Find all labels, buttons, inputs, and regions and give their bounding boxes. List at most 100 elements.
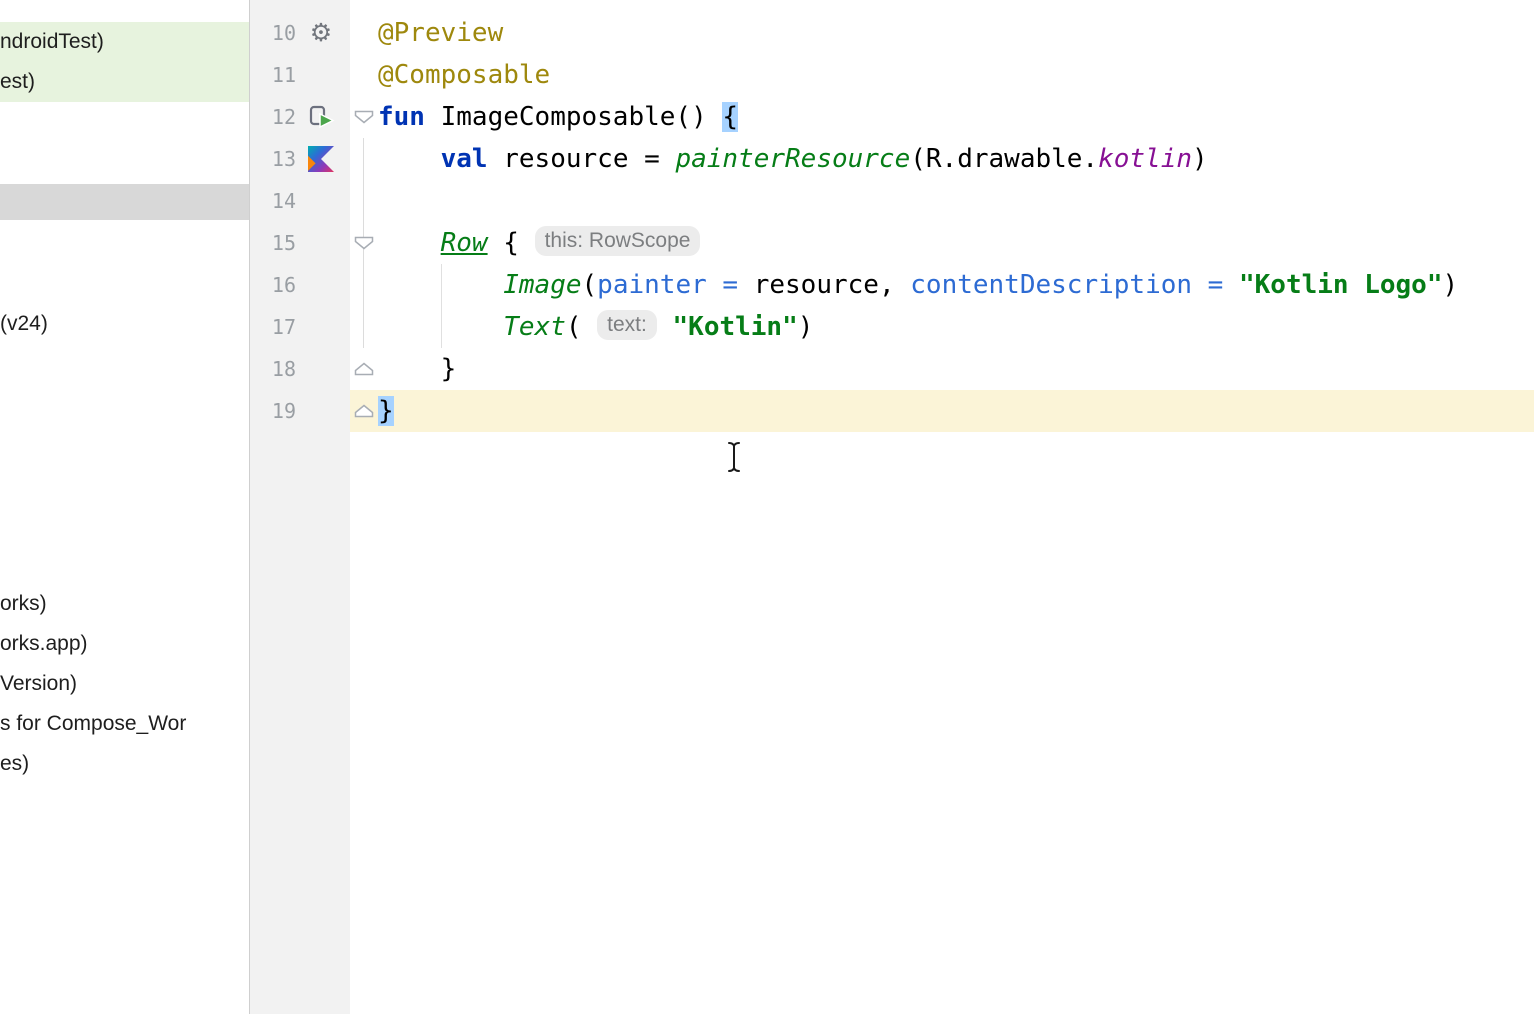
code-token (378, 270, 503, 300)
code-token: Row (441, 228, 488, 258)
project-tree-item-label: ndroidTest) (0, 30, 104, 54)
fold-gutter-cell (350, 180, 378, 222)
gutter-row: 14 (250, 180, 350, 222)
code-line-text: Row { this: RowScope (378, 222, 700, 264)
code-token: resource = (503, 144, 675, 174)
line-number: 19 (250, 399, 296, 423)
code-line-text: @Preview (378, 12, 503, 54)
code-editor[interactable]: @Preview@Composablefun ImageComposable()… (350, 0, 1534, 1014)
gutter-row: 12 (250, 96, 350, 138)
code-line-text: } (378, 390, 394, 432)
project-tree-item[interactable]: (v24) (0, 304, 249, 344)
project-tree-item[interactable]: s for Compose_Wor (0, 704, 249, 744)
code-token: ( (566, 312, 597, 342)
project-tree-item-label: s for Compose_Wor (0, 712, 186, 736)
code-line[interactable]: Row { this: RowScope (350, 222, 1534, 264)
code-token: kotlin (1098, 144, 1192, 174)
code-line-text: Text( text: "Kotlin") (378, 306, 813, 348)
code-token: val (441, 144, 504, 174)
project-tree-item-label: orks.app) (0, 632, 88, 656)
code-token: ImageComposable() (441, 102, 723, 132)
fold-down-marker-icon[interactable] (350, 96, 378, 138)
fold-down-marker-icon[interactable] (350, 222, 378, 264)
gutter-row: 10⚙ (250, 12, 350, 54)
project-tree-item-label: orks) (0, 592, 47, 616)
line-number: 12 (250, 105, 296, 129)
code-token: fun (378, 102, 441, 132)
code-token: ( (582, 270, 598, 300)
gutter-row: 13 (250, 138, 350, 180)
code-token: resource, (754, 270, 911, 300)
project-tree-item-label: Version) (0, 672, 77, 696)
code-line-text: Image(painter = resource, contentDescrip… (378, 264, 1458, 306)
line-number: 14 (250, 189, 296, 213)
code-token (378, 228, 441, 258)
gutter-row: 17 (250, 306, 350, 348)
code-line[interactable]: Image(painter = resource, contentDescrip… (350, 264, 1534, 306)
code-token: } (378, 396, 394, 426)
code-line-current[interactable]: } (350, 390, 1534, 432)
code-token: { (488, 228, 535, 258)
project-tree-item[interactable]: orks.app) (0, 624, 249, 664)
fold-gutter-cell (350, 306, 378, 348)
line-number: 17 (250, 315, 296, 339)
project-tree-item[interactable]: es) (0, 744, 249, 784)
inlay-hint: this: RowScope (535, 226, 701, 256)
code-line[interactable]: Text( text: "Kotlin") (350, 306, 1534, 348)
ide-window: ndroidTest) est) (v24) orks) orks.app) Versio… (0, 0, 1534, 1014)
line-number: 15 (250, 231, 296, 255)
code-line[interactable]: val resource = painterResource(R.drawabl… (350, 138, 1534, 180)
project-tree-item-label: est) (0, 70, 35, 94)
fold-gutter-cell (350, 264, 378, 306)
code-token: "Kotlin Logo" (1239, 270, 1443, 300)
code-token: ) (1443, 270, 1459, 300)
fold-up-marker-icon[interactable] (350, 390, 378, 432)
code-line[interactable]: @Preview (350, 12, 1534, 54)
inlay-hint: text: (597, 310, 657, 340)
code-line[interactable]: } (350, 348, 1534, 390)
project-tree-item-label: (v24) (0, 312, 48, 336)
code-line[interactable]: @Composable (350, 54, 1534, 96)
code-token: painter = (597, 270, 754, 300)
line-number: 16 (250, 273, 296, 297)
code-token: "Kotlin" (673, 312, 798, 342)
code-token: (R.drawable. (910, 144, 1098, 174)
code-line-text: @Composable (378, 54, 550, 96)
editor-gutter: 10⚙111213141516171819 (250, 0, 350, 1014)
fold-gutter-cell (350, 138, 378, 180)
line-number: 13 (250, 147, 296, 171)
code-line-text: fun ImageComposable() { (378, 96, 738, 138)
gutter-settings-gear-icon[interactable]: ⚙ (296, 21, 346, 46)
run-preview-icon[interactable] (296, 104, 346, 131)
code-token: ) (798, 312, 814, 342)
kotlin-file-icon (296, 146, 346, 172)
project-tree-item[interactable] (0, 184, 249, 220)
code-line[interactable]: fun ImageComposable() { (350, 96, 1534, 138)
fold-gutter-cell (350, 12, 378, 54)
project-panel: ndroidTest) est) (v24) orks) orks.app) Versio… (0, 0, 250, 1014)
code-token (378, 144, 441, 174)
code-token: painterResource (675, 144, 910, 174)
gutter-row: 11 (250, 54, 350, 96)
project-tree-item[interactable]: ndroidTest) (0, 22, 249, 62)
fold-up-marker-icon[interactable] (350, 348, 378, 390)
gutter-row: 16 (250, 264, 350, 306)
project-tree-item[interactable]: Version) (0, 664, 249, 704)
gutter-row: 18 (250, 348, 350, 390)
code-token: ) (1192, 144, 1208, 174)
code-token (657, 312, 673, 342)
code-line-text: val resource = painterResource(R.drawabl… (378, 138, 1208, 180)
code-token: contentDescription = (910, 270, 1239, 300)
project-tree-item-label: es) (0, 752, 29, 776)
line-number: 10 (250, 21, 296, 45)
gutter-row: 19 (250, 390, 350, 432)
code-token: Text (503, 312, 566, 342)
code-token: Image (503, 270, 581, 300)
project-tree-item[interactable]: orks) (0, 584, 249, 624)
code-token: { (722, 102, 738, 132)
gutter-row: 15 (250, 222, 350, 264)
line-number: 11 (250, 63, 296, 87)
project-tree-item[interactable]: est) (0, 62, 249, 102)
code-line[interactable] (350, 180, 1534, 222)
code-line-text: } (378, 348, 456, 390)
